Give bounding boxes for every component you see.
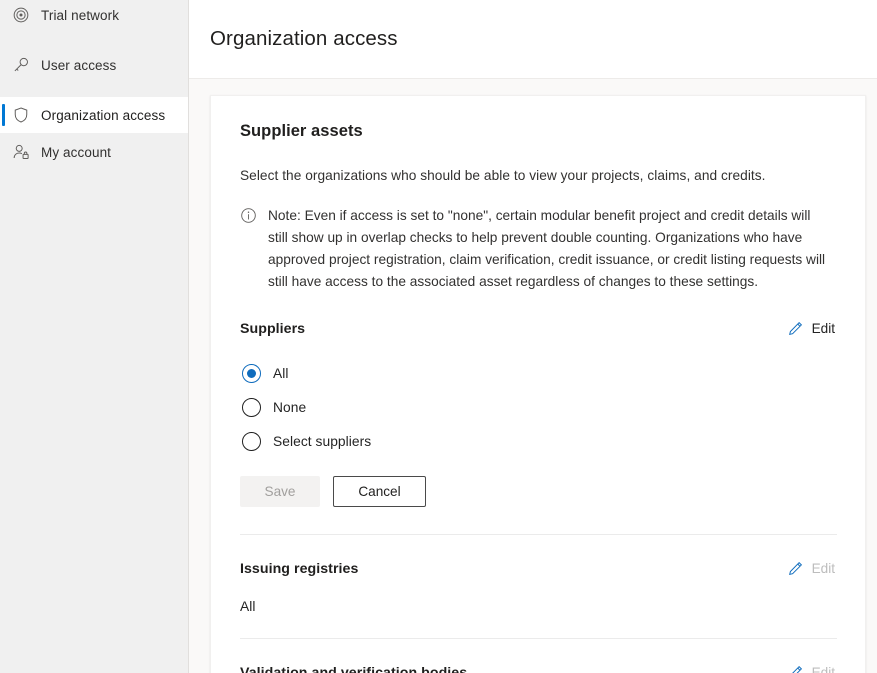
radio-indicator-unchecked xyxy=(242,431,261,451)
issuing-registries-edit-label: Edit xyxy=(811,561,835,576)
radio-label: None xyxy=(273,399,307,415)
radio-indicator-checked xyxy=(242,363,261,383)
sidebar-item-label: Trial network xyxy=(41,7,120,23)
cancel-button[interactable]: Cancel xyxy=(333,476,426,507)
page-header: Organization access xyxy=(189,0,877,79)
app-root: Trial network User access Organization a… xyxy=(0,0,877,673)
issuing-registries-edit-button[interactable]: Edit xyxy=(787,560,837,577)
save-button[interactable]: Save xyxy=(240,476,320,507)
card-description: Select the organizations who should be a… xyxy=(240,168,766,183)
sidebar-item-trial-network[interactable]: Trial network xyxy=(0,0,188,33)
vvb-edit-label: Edit xyxy=(811,665,835,673)
note-text: Note: Even if access is set to "none", c… xyxy=(268,208,826,289)
sidebar-item-label: My account xyxy=(41,144,112,160)
radio-option-none[interactable]: None xyxy=(240,390,837,424)
person-lock-icon xyxy=(12,143,30,161)
info-icon xyxy=(240,207,257,224)
selection-accent-bar xyxy=(2,104,5,126)
vvb-section: Validation and verification bodies Edit xyxy=(240,639,837,673)
radio-label: Select suppliers xyxy=(273,433,372,449)
radio-indicator-unchecked xyxy=(242,397,261,417)
radio-dot xyxy=(247,368,256,378)
sidebar: Trial network User access Organization a… xyxy=(0,0,189,673)
sidebar-item-user-access[interactable]: User access xyxy=(0,47,188,83)
radar-icon xyxy=(12,6,30,24)
vvb-header: Validation and verification bodies Edit xyxy=(240,664,837,673)
suppliers-edit-label: Edit xyxy=(811,321,835,336)
shield-icon xyxy=(12,106,30,124)
supplier-assets-card: Supplier assets Select the organizations… xyxy=(210,95,866,673)
issuing-registries-header: Issuing registries Edit xyxy=(240,560,837,577)
issuing-registries-title: Issuing registries xyxy=(240,560,359,577)
radio-option-all[interactable]: All xyxy=(240,356,837,390)
sidebar-item-label: Organization access xyxy=(41,107,166,123)
suppliers-radio-group: All None Select suppliers xyxy=(240,356,837,458)
suppliers-action-buttons: Save Cancel xyxy=(240,476,837,507)
sidebar-item-label: User access xyxy=(41,57,117,73)
pencil-icon xyxy=(787,664,804,673)
issuing-registries-section: Issuing registries Edit All xyxy=(240,535,837,615)
key-icon xyxy=(12,56,30,74)
content-area: Supplier assets Select the organizations… xyxy=(189,79,877,673)
radio-option-select-suppliers[interactable]: Select suppliers xyxy=(240,424,837,458)
suppliers-section-header: Suppliers Edit xyxy=(240,320,837,337)
sidebar-item-my-account[interactable]: My account xyxy=(0,134,188,170)
card-title: Supplier assets xyxy=(240,122,363,140)
note-block: Note: Even if access is set to "none", c… xyxy=(240,205,837,293)
pencil-icon xyxy=(787,560,804,577)
suppliers-title: Suppliers xyxy=(240,320,306,337)
vvb-title: Validation and verification bodies xyxy=(240,664,468,673)
vvb-edit-button[interactable]: Edit xyxy=(787,664,837,673)
radio-label: All xyxy=(273,365,289,381)
sidebar-item-organization-access[interactable]: Organization access xyxy=(0,97,188,133)
main-region: Organization access Supplier assets Sele… xyxy=(189,0,877,673)
page-title: Organization access xyxy=(210,27,398,50)
issuing-registries-value: All xyxy=(240,599,256,614)
suppliers-edit-button[interactable]: Edit xyxy=(787,320,837,337)
pencil-icon xyxy=(787,320,804,337)
